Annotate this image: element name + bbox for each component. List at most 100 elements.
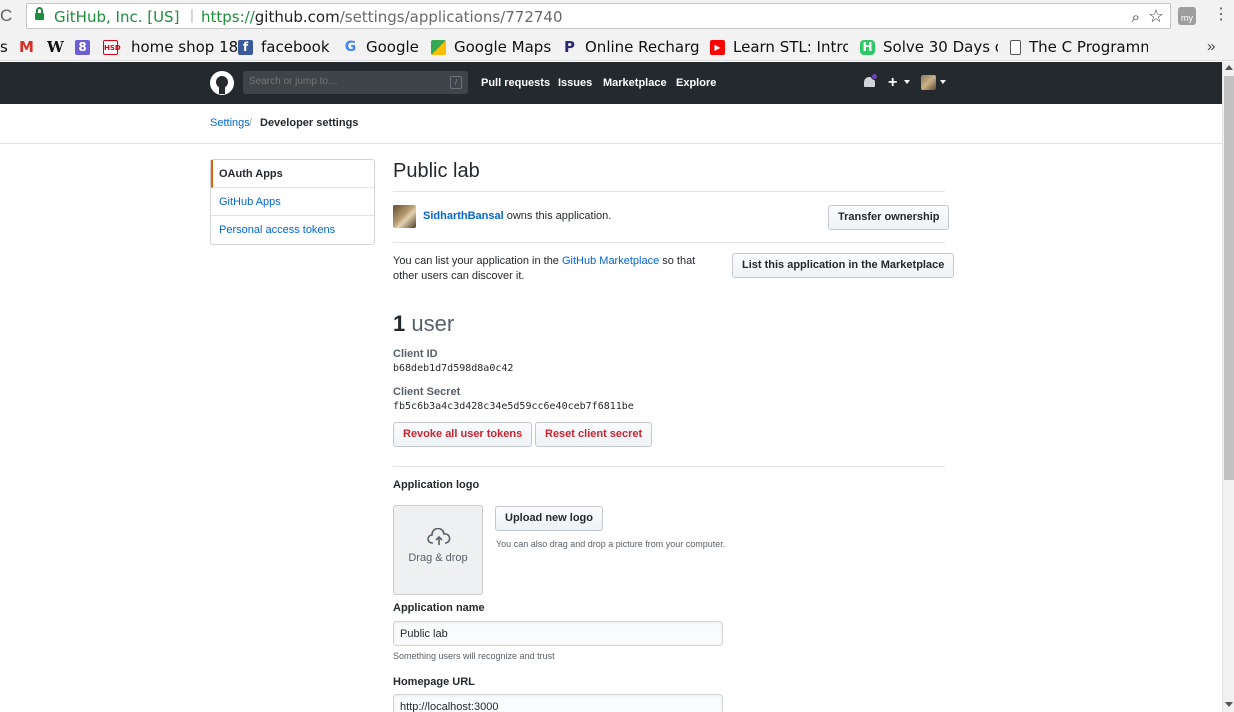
google-icon: G: [344, 38, 357, 55]
breadcrumb-separator: /: [249, 117, 253, 129]
page-title: Public lab: [393, 160, 480, 182]
client-secret-label: Client Secret: [393, 386, 461, 398]
owner-avatar[interactable]: [393, 205, 416, 228]
nav-pull-requests[interactable]: Pull requests: [481, 77, 550, 89]
breadcrumb: Settings / Developer settings: [0, 104, 1222, 144]
create-new-plus-icon[interactable]: +: [888, 74, 897, 92]
youtube-icon: ▶: [710, 39, 725, 55]
url-host: github.com: [254, 8, 340, 26]
bookmarks-bar: s M W 8 HSD home shop 18 f facebook G Goog…: [0, 33, 1234, 61]
revoke-all-user-tokens-button[interactable]: Revoke all user tokens: [393, 422, 533, 447]
bookmark-partial[interactable]: s: [0, 37, 8, 57]
bookmark-label: Google Maps: [454, 38, 552, 56]
browser-menu-icon[interactable]: ⋮: [1213, 4, 1229, 24]
ev-certificate-name: GitHub, Inc. [US]: [54, 8, 180, 26]
page-scrollbar[interactable]: [1222, 62, 1234, 712]
divider: [393, 242, 945, 243]
scroll-thumb[interactable]: [1224, 76, 1234, 480]
client-id-value: b68deb1d7d598d8a0c42: [393, 363, 514, 374]
cloud-upload-icon: [427, 528, 451, 545]
application-name-label: Application name: [393, 602, 485, 614]
search-box[interactable]: /: [243, 71, 468, 94]
application-name-input[interactable]: [393, 621, 723, 646]
client-secret-value: fb5c6b3a4c3d428c34e5d59cc6e40ceb7f6811be: [393, 401, 634, 412]
wikipedia-icon: W: [47, 37, 64, 56]
bookmark-label: Online Recharge: [585, 38, 700, 56]
reload-icon[interactable]: C: [0, 5, 16, 27]
user-avatar[interactable]: [921, 75, 936, 90]
divider: [393, 191, 945, 192]
scroll-up-arrow-icon[interactable]: [1225, 65, 1233, 70]
url-path: /settings/applications/772740: [339, 8, 563, 26]
scroll-down-arrow-icon[interactable]: [1225, 702, 1233, 707]
drag-drop-text: Drag & drop: [408, 552, 468, 564]
list-in-marketplace-button[interactable]: List this application in the Marketplace: [732, 253, 955, 278]
paytm-icon: P: [564, 37, 575, 56]
bookmark-label: The C Programm: [1029, 38, 1148, 56]
facebook-icon: f: [238, 39, 253, 55]
owner-statement: SidharthBansal owns this application.: [423, 210, 611, 222]
bookmark-google-maps[interactable]: Google Maps: [431, 37, 551, 57]
sidebar-item-oauth-apps[interactable]: OAuth Apps: [211, 160, 374, 188]
bookmark-facebook[interactable]: f facebook: [238, 37, 330, 57]
slash-shortcut-icon: /: [450, 76, 462, 89]
bookmark-online-recharge[interactable]: P Online Recharge: [562, 37, 700, 57]
bookmark-c-programming[interactable]: The C Programm: [1010, 37, 1148, 57]
github-logo-icon[interactable]: [210, 71, 234, 95]
google-maps-icon: [431, 39, 446, 55]
nav-issues[interactable]: Issues: [558, 77, 592, 89]
bookmark-star-icon[interactable]: ☆: [1148, 6, 1164, 27]
bookmark-label: Learn STL: Intro: [733, 38, 848, 56]
user-count: 1 user: [393, 311, 454, 337]
notifications-bell-icon[interactable]: [864, 73, 878, 88]
nav-explore[interactable]: Explore: [676, 77, 716, 89]
bookmark-hackerrank[interactable]: H Solve 30 Days of: [860, 37, 998, 57]
user-count-label: user: [405, 311, 455, 336]
url-text[interactable]: https://github.com/settings/applications…: [201, 8, 563, 26]
chevron-down-icon[interactable]: [904, 80, 910, 84]
bookmark-google[interactable]: G Google: [343, 37, 419, 57]
url-separator: |: [190, 7, 194, 24]
sidebar-item-github-apps[interactable]: GitHub Apps: [211, 188, 374, 216]
bookmark-label: home shop 18: [131, 38, 239, 56]
bookmark-label: Solve 30 Days of: [883, 38, 998, 56]
sidebar-item-personal-access-tokens[interactable]: Personal access tokens: [211, 216, 374, 244]
hackerrank-icon: H: [860, 39, 875, 55]
upload-hint: You can also drag and drop a picture fro…: [496, 539, 726, 549]
nav-marketplace[interactable]: Marketplace: [603, 77, 667, 89]
bookmark-label: Google: [366, 38, 419, 56]
transfer-ownership-button[interactable]: Transfer ownership: [828, 205, 950, 230]
lock-icon: [35, 7, 44, 21]
homepage-url-label: Homepage URL: [393, 676, 475, 688]
application-name-hint: Something users will recognize and trust: [393, 651, 555, 661]
upload-new-logo-button[interactable]: Upload new logo: [495, 506, 603, 531]
bookmark-gmail[interactable]: M: [19, 37, 42, 57]
bookmark-label: facebook: [261, 38, 330, 56]
bookmark-google-plus[interactable]: 8: [75, 37, 98, 57]
extension-icon[interactable]: my: [1178, 7, 1196, 25]
breadcrumb-settings-link[interactable]: Settings: [210, 117, 250, 129]
hsbc-icon: HSD: [103, 39, 121, 55]
user-count-number: 1: [393, 311, 406, 336]
settings-sidebar: OAuth Apps GitHub Apps Personal access t…: [210, 159, 375, 245]
reset-client-secret-button[interactable]: Reset client secret: [535, 422, 653, 447]
search-input[interactable]: [249, 76, 439, 87]
bookmark-wikipedia[interactable]: W: [47, 37, 70, 57]
logo-drop-zone[interactable]: Drag & drop: [393, 505, 483, 595]
zoom-icon[interactable]: ⌕: [1132, 9, 1140, 26]
page-icon: [1010, 39, 1021, 55]
bookmark-learn-stl[interactable]: ▶ Learn STL: Intro: [710, 37, 848, 57]
more-bookmarks-icon[interactable]: »: [1207, 38, 1215, 55]
github-marketplace-link[interactable]: GitHub Marketplace: [562, 255, 659, 267]
bookmark-hsbc[interactable]: HSD: [103, 37, 126, 57]
bookmark-label: s: [0, 38, 8, 56]
bookmark-home-shop[interactable]: home shop 18: [131, 37, 238, 57]
address-bar[interactable]: GitHub, Inc. [US] | https://github.com/s…: [26, 3, 1171, 29]
homepage-url-input[interactable]: [393, 694, 723, 712]
owner-link[interactable]: SidharthBansal: [423, 210, 504, 222]
owner-suffix: owns this application.: [503, 210, 612, 222]
marketplace-text: You can list your application in the: [393, 255, 562, 267]
client-id-label: Client ID: [393, 348, 438, 360]
application-logo-label: Application logo: [393, 479, 480, 491]
chevron-down-icon[interactable]: [940, 80, 946, 84]
